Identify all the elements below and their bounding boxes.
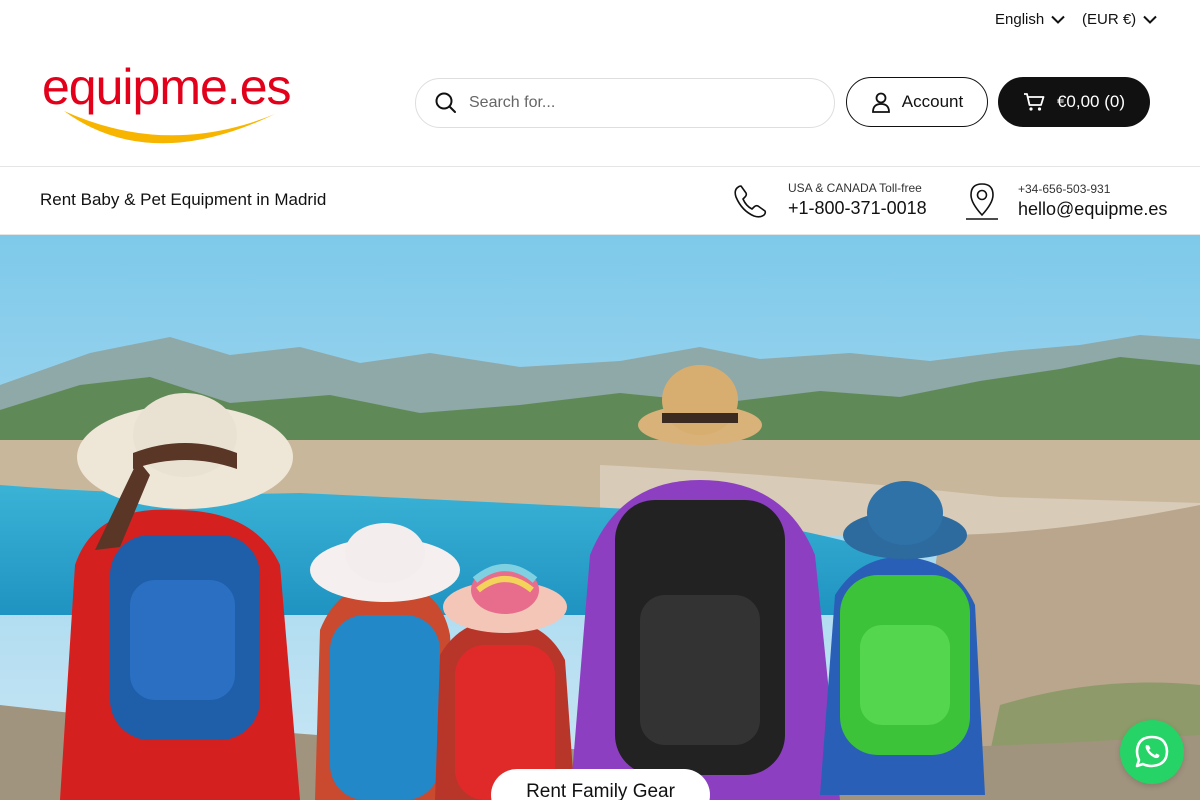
logo-smile <box>64 111 275 144</box>
chevron-down-icon <box>1143 15 1157 24</box>
top-utility-bar: English (EUR €) <box>0 0 1200 40</box>
cart-button[interactable]: €0,00 (0) <box>998 77 1150 127</box>
chevron-down-icon <box>1051 15 1065 24</box>
whatsapp-chat-button[interactable] <box>1120 720 1184 784</box>
search-input[interactable] <box>469 94 809 112</box>
currency-label: (EUR €) <box>1082 11 1137 28</box>
email-link[interactable]: hello@equipme.es <box>1018 197 1167 221</box>
contact-phone[interactable]: USA & CANADA Toll-free +1-800-371-0018 <box>732 181 927 220</box>
phone-number[interactable]: +1-800-371-0018 <box>788 196 927 220</box>
whatsapp-icon <box>1135 735 1169 768</box>
cart-total: €0,00 (0) <box>1056 92 1126 111</box>
language-selector[interactable]: English <box>995 11 1065 28</box>
search-icon <box>435 92 456 113</box>
account-label: Account <box>901 92 964 111</box>
rent-family-gear-button[interactable]: Rent Family Gear <box>491 769 710 800</box>
map-pin-icon <box>966 183 998 220</box>
logo-text: equipme.es <box>42 59 290 115</box>
contact-email[interactable]: +34-656-503-931 hello@equipme.es <box>964 181 1167 221</box>
search-box[interactable] <box>415 78 835 128</box>
phone-caption: USA & CANADA Toll-free <box>788 181 922 195</box>
rent-family-gear-label: Rent Family Gear <box>526 781 675 800</box>
alt-phone[interactable]: +34-656-503-931 <box>1018 182 1167 197</box>
site-logo[interactable]: equipme.es <box>40 58 290 150</box>
user-icon <box>871 92 890 113</box>
site-header: equipme.es Account €0,00 (0) <box>0 40 1200 166</box>
phone-icon <box>734 184 767 218</box>
tagline: Rent Baby & Pet Equipment in Madrid <box>40 190 327 209</box>
hero-banner: Rent Family Gear <box>0 235 1200 800</box>
hero-image-family-hikers <box>0 235 1200 800</box>
account-button[interactable]: Account <box>846 77 988 127</box>
language-label: English <box>995 11 1045 28</box>
currency-selector[interactable]: (EUR €) <box>1082 11 1157 28</box>
cart-icon <box>1023 93 1045 111</box>
info-bar: Rent Baby & Pet Equipment in Madrid USA … <box>0 166 1200 235</box>
